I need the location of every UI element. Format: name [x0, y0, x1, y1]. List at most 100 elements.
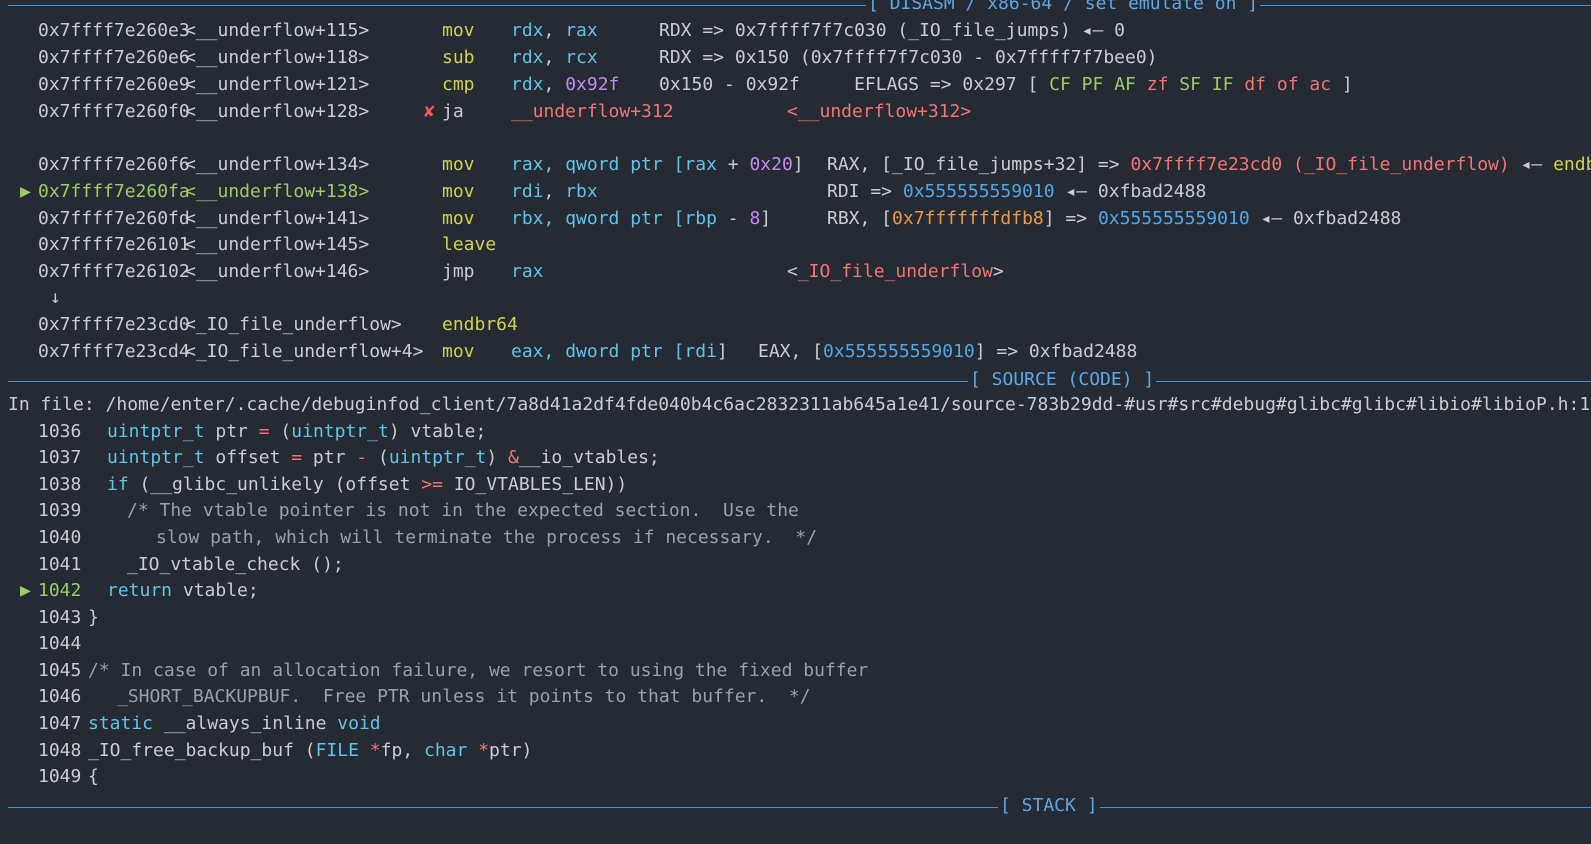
disasm-line[interactable]: 0x7ffff7e260e9 <__underflow+121> cmp rdx… — [0, 71, 1353, 98]
source-line[interactable]: 1046 _SHORT_BACKUPBUF. Free PTR unless i… — [0, 683, 811, 710]
source-line[interactable]: 1041 _IO_vtable_check (); — [0, 551, 344, 578]
source-code: if (__glibc_unlikely (offset >= IO_VTABL… — [107, 474, 628, 495]
source-code: static __always_inline void — [88, 713, 381, 734]
disasm-line[interactable]: 0x7ffff7e26101 <__underflow+145> leave — [0, 231, 496, 258]
insn-address: 0x7ffff7e260f0 — [38, 101, 190, 122]
source-line[interactable]: 1037 uintptr_t offset = ptr - (uintptr_t… — [0, 444, 660, 471]
flag-of: of — [1276, 74, 1299, 95]
source-comment: /* In case of an allocation failure, we … — [88, 660, 869, 681]
disasm-line[interactable]: 0x7ffff7e260fd <__underflow+141> mov rbx… — [0, 205, 1401, 232]
insn-comment: RDX => 0x150 (0x7ffff7f7c030 - 0x7ffff7f… — [659, 47, 1158, 68]
comment-tail: ◂— 0xfbad2488 — [1249, 208, 1402, 229]
jump-flow: ↓ — [0, 284, 61, 311]
insn-operand: rdx — [511, 47, 544, 68]
insn-operand-sep: , dword ptr [ — [543, 341, 685, 362]
comment-value: 0x555555559010 — [823, 341, 975, 362]
line-number: 1049 — [38, 766, 82, 787]
source-line-current[interactable]: ▶ 1042 return vtable; — [0, 577, 259, 604]
line-number: 1043 — [38, 607, 82, 628]
source-line[interactable]: 1043 } — [0, 604, 99, 631]
insn-symbol: <__underflow+138> — [185, 181, 370, 202]
source-line[interactable]: 1047 static __always_inline void — [0, 710, 381, 737]
source-line[interactable]: 1048 _IO_free_backup_buf (FILE *fp, char… — [0, 737, 532, 764]
source-code: uintptr_t ptr = (uintptr_t) vtable; — [107, 421, 487, 442]
insn-comment: EAX, [0x555555559010] => 0xfbad2488 — [758, 338, 1137, 365]
source-header: [ SOURCE (CODE) ] — [8, 370, 1591, 390]
source-line[interactable]: 1040 slow path, which will terminate the… — [0, 524, 817, 551]
comment-value: _IO_file_underflow — [797, 261, 993, 282]
disasm-line[interactable]: 0x7ffff7e260f6 <__underflow+134> mov rax… — [0, 151, 1591, 178]
disasm-line[interactable]: 0x7ffff7e260e6 <__underflow+118> sub rdx… — [0, 44, 1158, 71]
insn-operand-sep: , — [543, 74, 566, 95]
insn-operand-sep: , qword ptr [ — [543, 154, 685, 175]
insn-operand: rbx — [511, 208, 544, 229]
source-line[interactable]: 1036 uintptr_t ptr = (uintptr_t) vtable; — [0, 418, 486, 445]
insn-operand-sep: , — [543, 20, 566, 41]
comment-value: 0x555555559010 — [1097, 208, 1250, 229]
disasm-line-current[interactable]: ▶ 0x7ffff7e260fa <__underflow+138> mov r… — [0, 178, 1206, 205]
insn-address: 0x7ffff7e23cd0 — [38, 314, 190, 335]
deref-arrow-icon: ◂— — [1509, 154, 1554, 175]
insn-address: 0x7ffff7e260fa — [38, 181, 190, 202]
insn-operand: rcx — [565, 47, 598, 68]
insn-operand-sep: , — [543, 181, 566, 202]
insn-operand-end: ] — [760, 208, 772, 229]
insn-address: 0x7ffff7e23cd4 — [38, 341, 190, 362]
line-number: 1046 — [38, 686, 82, 707]
insn-address: 0x7ffff7e260fd — [38, 208, 190, 229]
disasm-line[interactable]: 0x7ffff7e23cd4 <_IO_file_underflow+4> mo… — [0, 338, 1137, 365]
insn-mnemonic: cmp — [442, 74, 475, 95]
insn-mnemonic: endbr64 — [442, 314, 518, 335]
insn-comment: 0x150 - 0x92f EFLAGS => 0x297 [ CF PF AF… — [659, 71, 1353, 98]
line-number: 1036 — [38, 421, 82, 442]
flag-zf: zf — [1146, 74, 1169, 95]
insn-operand-op: - — [716, 208, 750, 229]
comment-value: 0x555555559010 — [902, 181, 1055, 202]
source-comment: /* The vtable pointer is not in the expe… — [127, 500, 799, 521]
flag-af: AF — [1114, 74, 1136, 95]
comment-prefix: RDI => — [827, 181, 903, 202]
insn-operand: rax — [511, 261, 544, 282]
source-code: _IO_free_backup_buf (FILE *fp, char *ptr… — [88, 740, 533, 761]
insn-address: 0x7ffff7e26101 — [38, 234, 190, 255]
source-code: return vtable; — [107, 580, 259, 601]
insn-mnemonic: mov — [442, 20, 475, 41]
disasm-line[interactable]: 0x7ffff7e26102 <__underflow+146> jmp rax… — [0, 258, 1004, 285]
insn-mnemonic: mov — [442, 208, 475, 229]
flag-ac: ac — [1309, 74, 1332, 95]
source-line[interactable]: 1045 /* In case of an allocation failure… — [0, 657, 868, 684]
insn-operand: eax — [511, 341, 544, 362]
source-line[interactable]: 1049 { — [0, 763, 99, 790]
source-file-path: In file: /home/enter/.cache/debuginfod_c… — [8, 394, 1591, 415]
stack-header: [ STACK ] — [8, 796, 1591, 816]
insn-operand-sep: , qword ptr [ — [543, 208, 685, 229]
source-line[interactable]: 1039 /* The vtable pointer is not in the… — [0, 497, 799, 524]
comment-tail: ] => 0xfbad2488 — [974, 341, 1138, 362]
disasm-line[interactable]: 0x7ffff7e23cd0 <_IO_file_underflow> endb… — [0, 311, 518, 338]
comment-tail: endbr64 — [1553, 154, 1591, 175]
branch-not-taken-icon: ✘ — [424, 101, 435, 122]
disasm-line[interactable]: 0x7ffff7e260e3 <__underflow+115> mov rdx… — [0, 17, 1125, 44]
source-line[interactable]: 1038 if (__glibc_unlikely (offset >= IO_… — [0, 471, 627, 498]
insn-symbol: <__underflow+118> — [185, 47, 370, 68]
source-code: uintptr_t offset = ptr - (uintptr_t) &__… — [107, 447, 660, 468]
insn-operand: rax — [684, 154, 717, 175]
source-line[interactable]: 1044 — [0, 630, 81, 657]
insn-mnemonic: jmp — [442, 261, 475, 282]
insn-symbol: <_IO_file_underflow+4> — [185, 341, 424, 362]
line-number: 1044 — [38, 633, 82, 654]
insn-symbol: <_IO_file_underflow> — [185, 314, 402, 335]
insn-operand-target[interactable]: __underflow+312 — [511, 98, 674, 125]
source-comment: slow path, which will terminate the proc… — [156, 527, 818, 548]
line-number: 1039 — [38, 500, 82, 521]
comment-prefix: RBX, [ — [827, 208, 893, 229]
insn-operand: rax — [565, 20, 598, 41]
disasm-line[interactable]: ✘ 0x7ffff7e260f0 <__underflow+128> ja __… — [0, 98, 971, 125]
insn-mnemonic: sub — [442, 47, 475, 68]
insn-operand-sep: , — [543, 47, 566, 68]
line-number: 1038 — [38, 474, 82, 495]
source-comment: _SHORT_BACKUPBUF. Free PTR unless it poi… — [117, 686, 811, 707]
insn-mnemonic: ja — [442, 101, 464, 122]
line-number: 1041 — [38, 554, 82, 575]
eflags-suffix: ] — [1341, 74, 1353, 95]
